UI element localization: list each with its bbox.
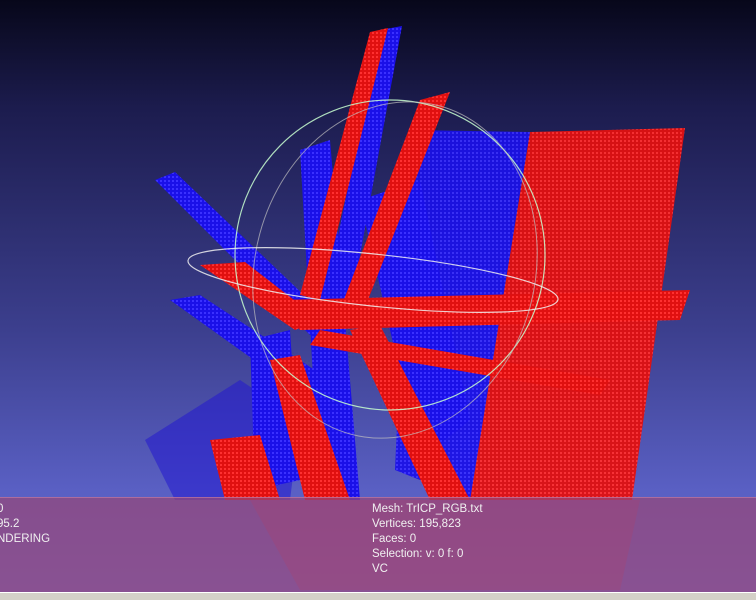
info-left-line-3: NDERING — [0, 533, 51, 545]
info-left-column: 0 95.2 NDERING — [0, 502, 50, 547]
info-panel: 0 95.2 NDERING Mesh: TrICP_RGB.txt Verti… — [0, 497, 756, 593]
mesh-name: Mesh: TrICP_RGB.txt — [372, 503, 483, 515]
render-mode: VC — [372, 563, 388, 575]
selection-info: Selection: v: 0 f: 0 — [372, 548, 464, 560]
status-bar — [0, 592, 756, 600]
vertex-count: Vertices: 195,823 — [372, 518, 461, 530]
info-left-line-1: 0 — [0, 503, 4, 515]
face-count: Faces: 0 — [372, 533, 417, 545]
mesh-info: Mesh: TrICP_RGB.txt Vertices: 195,823 Fa… — [372, 502, 483, 577]
info-left-line-2: 95.2 — [0, 518, 20, 530]
3d-viewport[interactable]: 0 95.2 NDERING Mesh: TrICP_RGB.txt Verti… — [0, 0, 756, 600]
